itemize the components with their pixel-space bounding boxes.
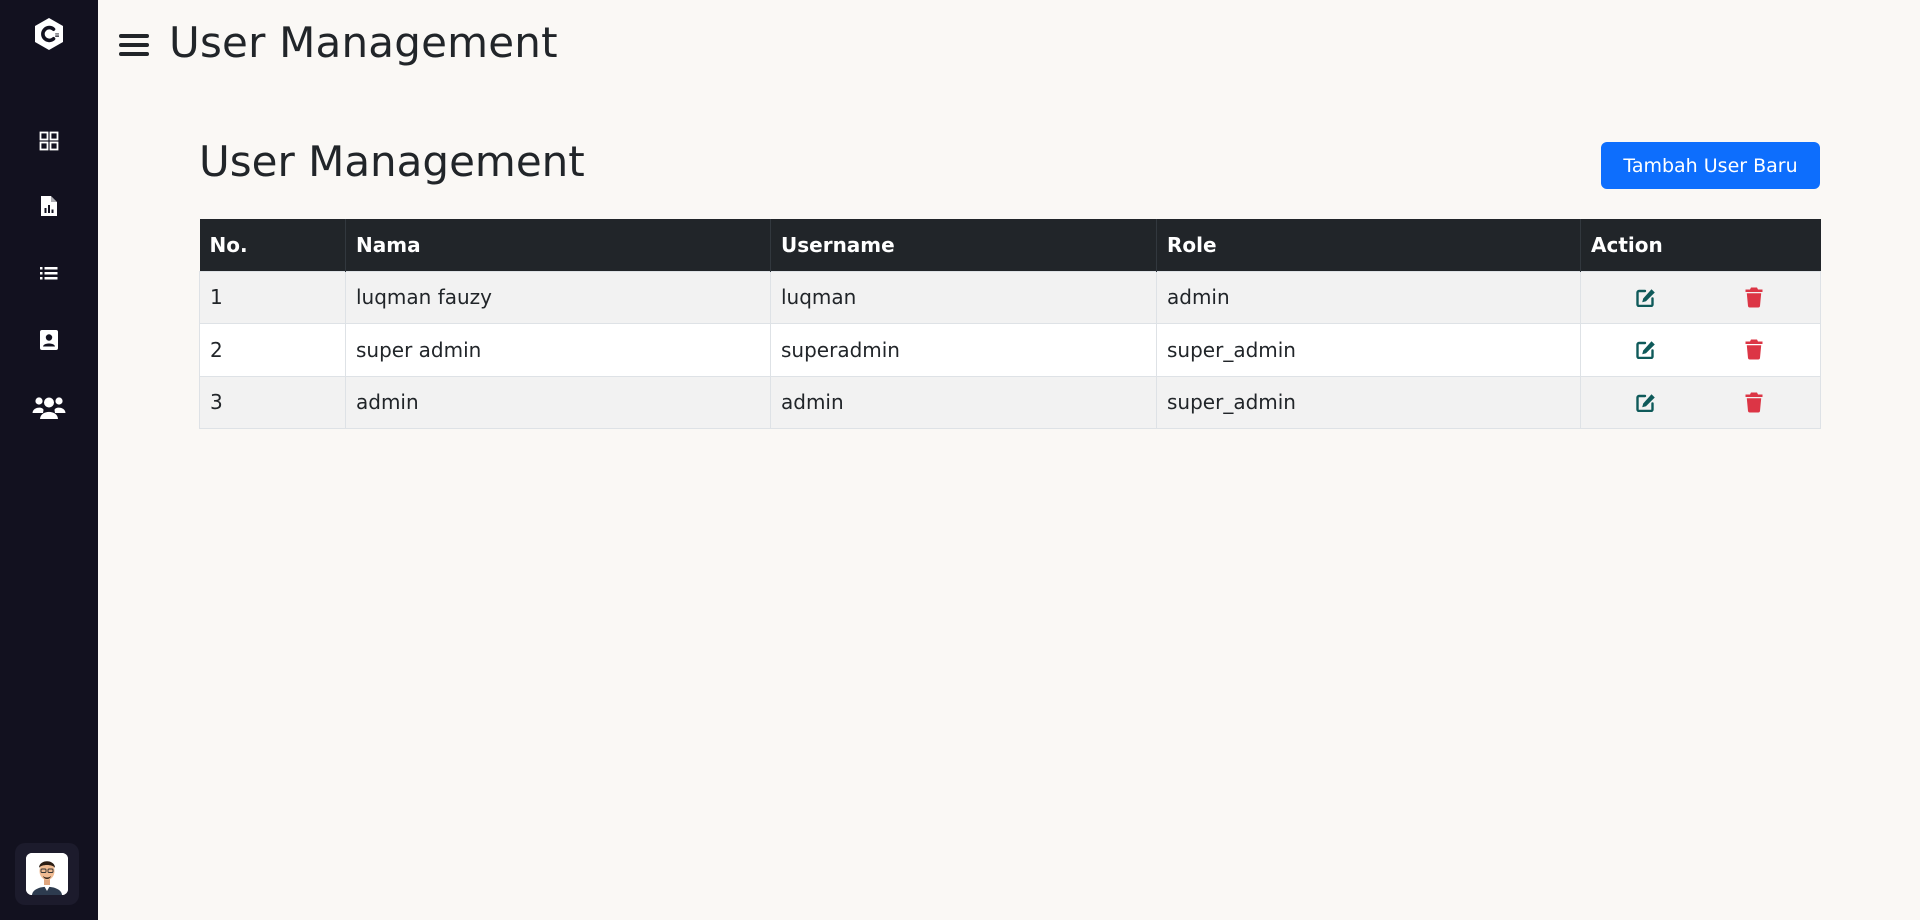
topbar-title: User Management — [169, 18, 558, 67]
column-header-username: Username — [770, 219, 1157, 271]
users-table: No. Nama Username Role Action 1 luqman f… — [199, 219, 1821, 429]
cell-nama: luqman fauzy — [345, 270, 771, 324]
contact-card-icon — [40, 330, 58, 350]
sidebar-item-dashboard[interactable] — [37, 129, 61, 153]
edit-user-button[interactable] — [1636, 286, 1656, 308]
trash-icon — [1745, 392, 1763, 413]
column-header-no: No. — [199, 219, 346, 271]
column-header-action: Action — [1580, 219, 1821, 271]
delete-user-button[interactable] — [1744, 286, 1764, 308]
trash-icon — [1745, 339, 1763, 360]
table-row: 1 luqman fauzy luqman admin — [199, 270, 1821, 324]
sidebar-item-reports[interactable] — [37, 194, 61, 218]
app-logo-icon[interactable]: ≡ — [33, 17, 65, 51]
cell-no: 2 — [199, 323, 346, 377]
report-file-icon — [41, 196, 57, 216]
cell-username: admin — [770, 375, 1157, 429]
cell-role: super_admin — [1156, 375, 1581, 429]
dashboard-grid-icon — [39, 131, 59, 151]
sidebar-item-list[interactable] — [37, 261, 61, 285]
user-profile-button[interactable] — [15, 843, 79, 905]
add-user-button[interactable]: Tambah User Baru — [1601, 142, 1820, 189]
menu-toggle-button[interactable] — [118, 32, 150, 58]
table-row: 3 admin admin super_admin — [199, 375, 1821, 429]
cell-username: superadmin — [770, 323, 1157, 377]
table-header-row: No. Nama Username Role Action — [199, 219, 1821, 271]
edit-icon — [1636, 393, 1655, 412]
cell-no: 1 — [199, 270, 346, 324]
edit-user-button[interactable] — [1636, 339, 1656, 361]
hamburger-menu-icon — [119, 34, 149, 38]
edit-icon — [1636, 288, 1655, 307]
cell-action — [1580, 323, 1821, 377]
cell-username: luqman — [770, 270, 1157, 324]
cell-action — [1580, 375, 1821, 429]
cell-no: 3 — [199, 375, 346, 429]
delete-user-button[interactable] — [1744, 391, 1764, 413]
sidebar-item-users[interactable] — [32, 395, 66, 419]
edit-user-button[interactable] — [1636, 391, 1656, 413]
cell-role: super_admin — [1156, 323, 1581, 377]
column-header-nama: Nama — [345, 219, 771, 271]
cell-action — [1580, 270, 1821, 324]
cell-role: admin — [1156, 270, 1581, 324]
page-title: User Management — [199, 137, 585, 186]
delete-user-button[interactable] — [1744, 339, 1764, 361]
sidebar: ≡ — [0, 0, 98, 920]
sidebar-item-contacts[interactable] — [37, 328, 61, 352]
table-row: 2 super admin superadmin super_admin — [199, 323, 1821, 377]
cell-nama: admin — [345, 375, 771, 429]
cell-nama: super admin — [345, 323, 771, 377]
users-group-icon — [32, 397, 66, 419]
edit-icon — [1636, 341, 1655, 360]
trash-icon — [1745, 287, 1763, 308]
list-icon — [40, 267, 58, 280]
svg-text:≡: ≡ — [55, 32, 60, 39]
column-header-role: Role — [1156, 219, 1581, 271]
avatar — [26, 853, 68, 895]
